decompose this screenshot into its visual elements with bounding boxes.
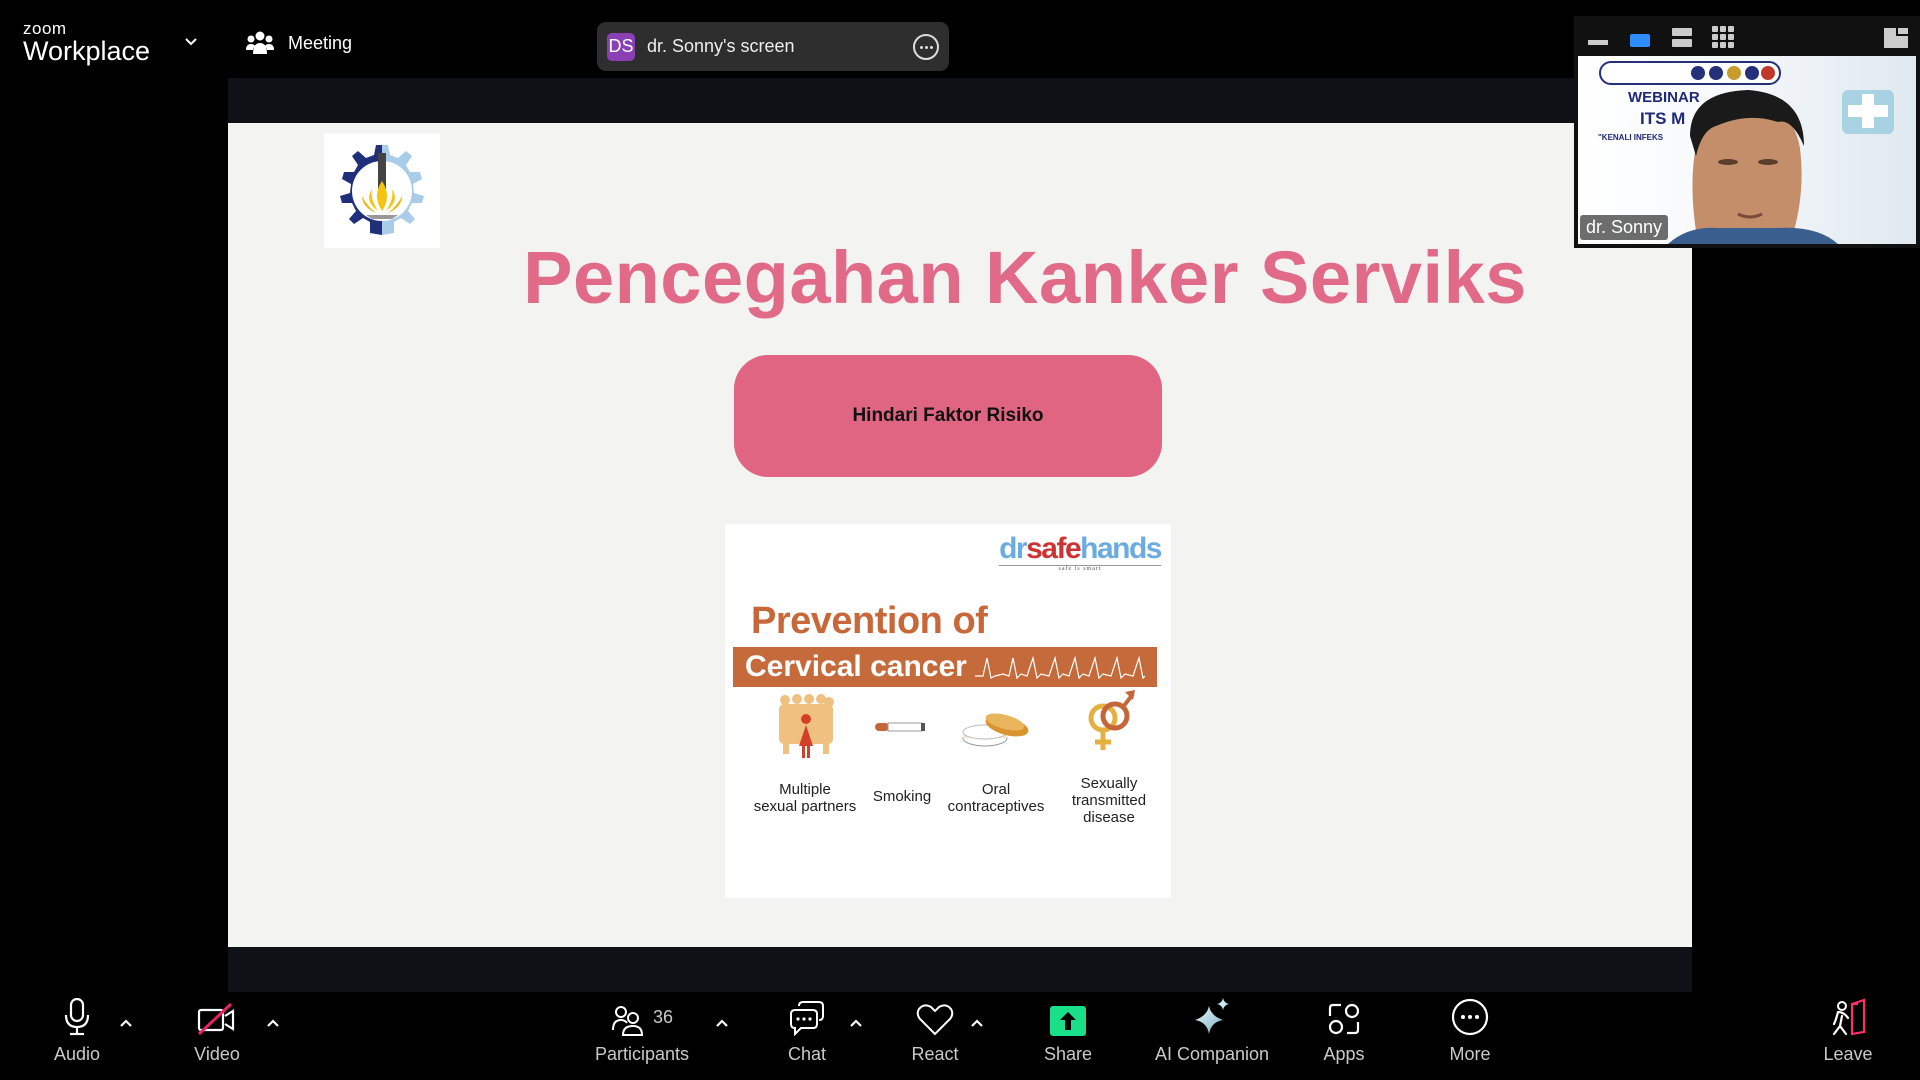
risk-factor-label: disease <box>1083 808 1135 826</box>
presenter-avatar: DS <box>607 32 635 61</box>
risk-factors-label: Hindari Faktor Risiko <box>852 405 1044 426</box>
react-label: React <box>911 1044 959 1064</box>
svg-text:"KENALI INFEKS: "KENALI INFEKS <box>1598 133 1664 142</box>
participant-count: 36 <box>652 1007 674 1027</box>
leave-button[interactable]: Leave <box>1818 992 1878 1080</box>
meeting-toolbar: Audio Video 36 Participants Chat React S… <box>0 992 1920 1080</box>
svg-text:WEBINAR: WEBINAR <box>1628 89 1700 106</box>
heart-icon <box>916 1004 954 1036</box>
video-button[interactable]: Video <box>182 992 252 1080</box>
speaker-video: WEBINAR ITS M "KENALI INFEKS dr. Sonny <box>1578 56 1916 244</box>
brand-workplace-text: Workplace <box>23 36 151 66</box>
cervical-cancer-poster: drsafehands safe is smart Prevention of … <box>725 524 1171 898</box>
speaker-video-panel: WEBINAR ITS M "KENALI INFEKS dr. Sonny <box>1574 16 1920 248</box>
more-label: More <box>1449 1044 1491 1064</box>
chat-icon <box>790 1001 824 1036</box>
more-icon <box>1451 998 1489 1036</box>
risk-factor-item: Oral contraceptives <box>937 781 1055 816</box>
brand-zoom-text: zoom <box>23 19 67 38</box>
risk-factor-item: Sexually transmitted disease <box>1059 775 1159 826</box>
participants-icon <box>611 1006 643 1036</box>
shared-screen-area: Pencegahan Kanker Serviks Hindari Faktor… <box>228 78 1692 992</box>
audio-options-caret-icon[interactable] <box>119 1018 133 1028</box>
pop-out-icon[interactable] <box>1884 28 1908 48</box>
minimize-icon[interactable] <box>1588 40 1608 46</box>
poster-heading-line1: Prevention of <box>751 600 988 642</box>
share-screen-icon <box>1050 1006 1086 1036</box>
microphone-icon <box>64 998 90 1036</box>
audio-label: Audio <box>53 1044 101 1064</box>
cigarette-icon <box>875 722 925 732</box>
chat-options-caret-icon[interactable] <box>849 1018 863 1028</box>
react-options-caret-icon[interactable] <box>970 1018 984 1028</box>
risk-factor-label: Sexually <box>1080 775 1138 792</box>
more-button[interactable]: More <box>1440 992 1500 1080</box>
drsafehands-logo: drsafehands safe is smart <box>999 532 1162 572</box>
share-label: Share <box>1043 1044 1093 1064</box>
video-options-caret-icon[interactable] <box>266 1018 280 1028</box>
risk-factor-label: sexual partners <box>753 797 857 815</box>
presentation-slide: Pencegahan Kanker Serviks Hindari Faktor… <box>228 123 1692 947</box>
its-gear-lotus-icon <box>340 144 424 235</box>
leave-door-icon <box>1832 998 1866 1036</box>
chat-button[interactable]: Chat <box>776 992 838 1080</box>
zoom-workplace-logo: zoom Workplace <box>23 20 150 65</box>
risk-factor-item: Multiple sexual partners <box>745 781 865 816</box>
video-label: Video <box>194 1044 240 1064</box>
svg-text:ITS M: ITS M <box>1640 109 1685 128</box>
audio-button[interactable]: Audio <box>42 992 112 1080</box>
speaker-view-icon[interactable] <box>1630 34 1650 48</box>
brand-tagline: safe is smart <box>999 565 1161 572</box>
meeting-people-icon <box>246 31 274 54</box>
pill-case-icon <box>962 713 1029 747</box>
leave-label: Leave <box>1823 1044 1873 1064</box>
risk-factor-label: transmitted <box>1071 791 1147 809</box>
react-button[interactable]: React <box>904 992 966 1080</box>
more-options-icon[interactable] <box>913 34 939 60</box>
participants-button[interactable]: 36 Participants <box>590 992 694 1080</box>
apps-icon <box>1328 1003 1360 1035</box>
screen-share-label: dr. Sonny's screen <box>647 36 795 56</box>
brand-dr: dr <box>999 532 1028 565</box>
video-panel-toolbar <box>1574 16 1920 56</box>
risk-factor-label: Smoking <box>872 788 932 805</box>
brand-hands: hands <box>1080 532 1162 565</box>
risk-factor-label: contraceptives <box>947 797 1045 815</box>
risk-factor-list: Multiple sexual partners Smoking Oral co… <box>725 690 1171 834</box>
participant-name-tag: dr. Sonny <box>1580 215 1669 240</box>
participants-options-caret-icon[interactable] <box>715 1018 729 1028</box>
gallery-grid-icon[interactable] <box>1712 26 1734 48</box>
chevron-down-icon[interactable] <box>183 34 199 50</box>
poster-heading-line2: Cervical cancer <box>745 650 967 683</box>
heartbeat-line-icon <box>974 655 1145 680</box>
risk-factor-label: Multiple <box>779 781 831 798</box>
its-logo <box>324 133 440 248</box>
risk-factor-label: Oral <box>981 781 1011 798</box>
people-icon <box>779 694 834 758</box>
ai-sparkle-icon <box>1195 998 1229 1034</box>
meeting-label: Meeting <box>288 32 353 53</box>
video-off-icon <box>197 1002 235 1036</box>
risk-factor-item: Smoking <box>865 788 939 806</box>
slide-title: Pencegahan Kanker Serviks <box>523 236 1527 319</box>
zoom-meeting-window: zoom Workplace Meeting DS dr. Sonny's sc… <box>0 0 1920 1080</box>
risk-factors-shape: Hindari Faktor Risiko <box>734 355 1162 477</box>
apps-button[interactable]: Apps <box>1314 992 1374 1080</box>
screen-share-indicator[interactable]: DS dr. Sonny's screen <box>597 22 949 71</box>
ai-companion-button[interactable]: AI Companion <box>1150 992 1274 1080</box>
participants-label: Participants <box>594 1044 690 1064</box>
apps-label: Apps <box>1323 1044 1365 1064</box>
gender-symbols-icon <box>1088 690 1135 750</box>
chat-label: Chat <box>787 1044 827 1064</box>
share-button[interactable]: Share <box>1040 992 1096 1080</box>
brand-safe: safe <box>1026 532 1082 565</box>
meeting-menu[interactable]: Meeting <box>246 30 352 56</box>
poster-heading-banner: Cervical cancer <box>733 647 1157 687</box>
ai-companion-label: AI Companion <box>1154 1044 1270 1064</box>
gallery-strip-icon[interactable] <box>1672 28 1692 48</box>
